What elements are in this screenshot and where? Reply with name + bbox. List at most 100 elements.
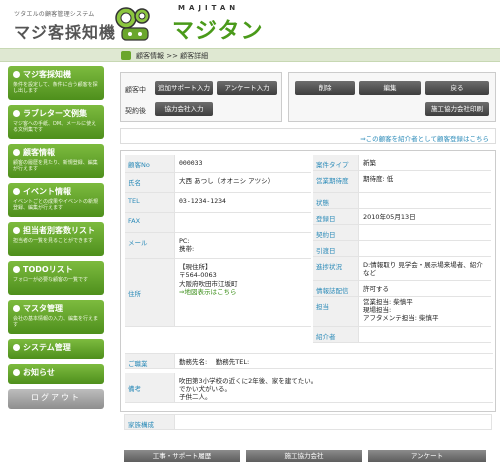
customer-address: 【現住所】 〒564-0063 大阪府吹田市江坂町 ⇒地図表示はこちら bbox=[175, 259, 311, 326]
register-referral-link[interactable]: ⇒この顧客を紹介者として顧客登録はこちら bbox=[360, 133, 489, 143]
customer-detail: 顧客No 000033 氏名 大西 あつし（オオニシ アツシ） TEL 03-1… bbox=[120, 150, 496, 412]
tab-work-history[interactable]: 工事・サポート履歴 bbox=[124, 450, 240, 462]
print-button[interactable]: 施工協力会社印刷 bbox=[425, 102, 489, 116]
sidebar-item-letters[interactable]: ラブレター文例集 マジ客への手紙、DM、メールに使える文例集です bbox=[8, 105, 104, 139]
folder-icon bbox=[121, 51, 131, 60]
brand-latin: MAJITAN bbox=[178, 4, 240, 12]
customer-name: 大西 あつし（オオニシ アツシ） bbox=[179, 177, 275, 185]
logo-subtitle: ツタエルの顧客管理システム bbox=[14, 11, 95, 18]
address-zip: 〒564-0063 bbox=[179, 271, 217, 280]
field-label: 進捗状況 bbox=[313, 257, 359, 280]
registered-date: 2010年05月13日 bbox=[363, 213, 416, 221]
tab-questionnaire[interactable]: アンケート bbox=[368, 450, 486, 462]
sidebar-item-system[interactable]: システム管理 bbox=[8, 339, 104, 359]
back-button[interactable]: 戻る bbox=[425, 81, 489, 95]
action-panel-left: 顧客中 追加サポート入力 アンケート入力 契約後 協力会社入力 bbox=[120, 72, 282, 122]
status bbox=[359, 193, 491, 208]
sidebar-item-customers[interactable]: 顧客情報 顧客の履歴を見たり、新規登録、編集が行えます bbox=[8, 144, 104, 178]
bullet-icon bbox=[13, 149, 20, 156]
customer-no: 000033 bbox=[179, 159, 203, 167]
bullet-icon bbox=[13, 227, 20, 234]
breadcrumb-bar: 顧客情報 >> 顧客詳細 bbox=[0, 48, 500, 62]
contract-date bbox=[359, 225, 491, 240]
table-row: 引渡日 bbox=[313, 241, 491, 257]
table-row: TEL 03-1234-1234 bbox=[125, 193, 311, 213]
field-label: メール bbox=[125, 233, 175, 258]
intro-link-row: ⇒この顧客を紹介者として顧客登録はこちら bbox=[120, 128, 496, 144]
questionnaire-button[interactable]: アンケート入力 bbox=[217, 81, 277, 95]
memo: 吹田第3小学校の近くに2年後、家を建てたい。 でかい犬がいる。 子供二人。 bbox=[179, 377, 318, 402]
table-row: 紹介者 bbox=[313, 327, 491, 343]
field-label: TEL bbox=[125, 193, 175, 212]
sidebar-item-label: 担当者別客数リスト bbox=[23, 226, 95, 235]
sidebar-item-desc: 条件を設定して、条件に合う顧客を探し出します bbox=[13, 82, 98, 95]
field-label: 案件タイプ bbox=[313, 155, 359, 170]
address-head: 【現住所】 bbox=[179, 263, 212, 271]
sidebar-item-desc: 担当者の一覧を見ることができます bbox=[13, 238, 94, 244]
field-label: 顧客No bbox=[125, 155, 175, 172]
sidebar-item-label: お知らせ bbox=[23, 368, 55, 377]
field-label: 状態 bbox=[313, 193, 359, 208]
table-row: 登録日 2010年05月13日 bbox=[313, 209, 491, 225]
table-row: 家族構成 bbox=[124, 414, 492, 430]
bullet-icon bbox=[13, 344, 20, 351]
logo[interactable]: ツタエルの顧客管理システム マジ客採知機 bbox=[14, 9, 116, 43]
customer-tel: 03-1234-1234 bbox=[179, 197, 226, 205]
logout-button[interactable]: ログアウト bbox=[8, 389, 104, 409]
field-label: 担当 bbox=[313, 297, 359, 326]
table-row: 氏名 大西 あつし（オオニシ アツシ） bbox=[125, 173, 311, 193]
table-row: メール PC: 携帯: bbox=[125, 233, 311, 259]
sidebar-item-desc: 会社の基本情報の入力、編集を行えます bbox=[13, 316, 99, 329]
sidebar-item-search[interactable]: マジ客採知機 条件を設定して、条件に合う顧客を探し出します bbox=[8, 66, 104, 100]
app-header: ツタエルの顧客管理システム マジ客採知機 MAJITAN マジタン bbox=[0, 0, 500, 48]
sidebar-item-desc: 顧客の履歴を見たり、新規登録、編集が行えます bbox=[13, 160, 98, 173]
map-link[interactable]: ⇒地図表示はこちら bbox=[179, 288, 307, 296]
field-label: 紹介者 bbox=[313, 327, 359, 342]
table-row: 進捗状況 D:情報取り 見学会・展示場来場者、紹介など bbox=[313, 257, 491, 281]
sidebar-item-label: TODOリスト bbox=[23, 265, 73, 274]
field-label: 契約日 bbox=[313, 225, 359, 240]
sidebar-item-label: 顧客情報 bbox=[23, 148, 55, 157]
sidebar-item-master[interactable]: マスタ管理 会社の基本情報の入力、編集を行えます bbox=[8, 300, 104, 334]
breadcrumb[interactable]: 顧客情報 >> 顧客詳細 bbox=[136, 51, 208, 61]
sidebar-item-label: ラブレター文例集 bbox=[23, 109, 87, 118]
logout-label: ログアウト bbox=[31, 393, 81, 402]
table-row: 案件タイプ 新築 bbox=[313, 155, 491, 171]
family bbox=[175, 415, 491, 429]
customer-fax bbox=[175, 213, 311, 232]
table-row: 状態 bbox=[313, 193, 491, 209]
partner-button[interactable]: 協力会社入力 bbox=[155, 102, 213, 116]
delete-button[interactable]: 削除 bbox=[295, 81, 355, 95]
work-support-button[interactable]: 追加サポート入力 bbox=[155, 81, 213, 95]
table-row: 顧客No 000033 bbox=[125, 155, 311, 173]
table-row: 住所 【現住所】 〒564-0063 大阪府吹田市江坂町 ⇒地図表示はこちら bbox=[125, 259, 311, 327]
staff: 営業担当: 柴慎平 現場担当: アフタメンテ担当: 柴慎平 bbox=[363, 298, 439, 322]
bullet-icon bbox=[13, 188, 20, 195]
field-label: ご職業 bbox=[125, 354, 175, 368]
sidebar-item-label: システム管理 bbox=[23, 343, 71, 352]
tab-partners[interactable]: 施工協力会社 bbox=[246, 450, 362, 462]
bullet-icon bbox=[13, 369, 20, 376]
action-panel-right: 削除 編集 戻る 施工協力会社印刷 bbox=[288, 72, 496, 122]
sidebar-item-staff-list[interactable]: 担当者別客数リスト 担当者の一覧を見ることができます bbox=[8, 222, 104, 256]
sidebar-item-news[interactable]: お知らせ bbox=[8, 364, 104, 384]
bullet-icon bbox=[13, 266, 20, 273]
bullet-icon bbox=[13, 110, 20, 117]
field-label: 住所 bbox=[125, 259, 175, 326]
table-row: 契約日 bbox=[313, 225, 491, 241]
field-label: 情報誌配信 bbox=[313, 281, 359, 296]
field-label: 備考 bbox=[125, 373, 175, 402]
bullet-icon bbox=[13, 305, 20, 312]
field-label: 登録日 bbox=[313, 209, 359, 224]
table-row: 担当 営業担当: 柴慎平 現場担当: アフタメンテ担当: 柴慎平 bbox=[313, 297, 491, 327]
edit-button[interactable]: 編集 bbox=[359, 81, 421, 95]
field-label: FAX bbox=[125, 213, 175, 232]
sidebar-item-label: マスタ管理 bbox=[23, 304, 63, 313]
sidebar-item-todo[interactable]: TODOリスト フォローが必要な顧客の一覧です bbox=[8, 261, 104, 295]
sidebar-item-events[interactable]: イベント情報 イベントごとの成果やイベントの新規登録、編集が行えます bbox=[8, 183, 104, 217]
brand-name: マジタン bbox=[172, 19, 264, 44]
field-label: 家族構成 bbox=[125, 415, 175, 429]
customer-table-left: 顧客No 000033 氏名 大西 あつし（オオニシ アツシ） TEL 03-1… bbox=[125, 155, 311, 327]
project-type: 新築 bbox=[363, 159, 376, 167]
table-row: 情報誌配信 許可する bbox=[313, 281, 491, 297]
